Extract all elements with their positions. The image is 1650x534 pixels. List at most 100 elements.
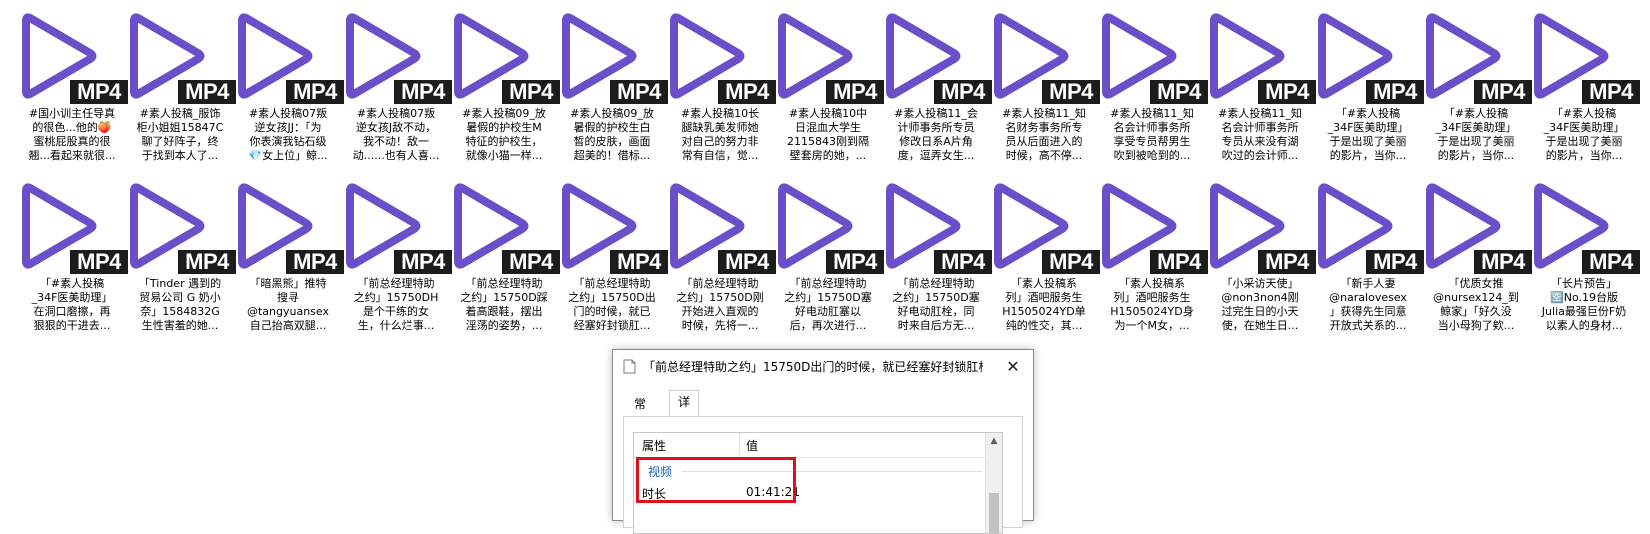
tab-details[interactable]: 详细信息	[669, 390, 700, 475]
column-separator[interactable]	[739, 433, 740, 457]
file-name-label: #素人投稿10长 腿缺乳美发师她 对自己的努力非 常有自信，觉...	[680, 107, 760, 162]
file-name-label: 「小采访天使」 @non3non4刚 过完生日的小天 使，在她生日...	[1221, 277, 1299, 332]
mp4-badge: MP4	[1042, 80, 1100, 104]
red-highlight-box	[636, 457, 796, 503]
file-name-label: 「Tinder 遇到的 贸易公司 G 奶小 奈」1584832G 生性害羞的她.…	[138, 277, 222, 332]
mp4-badge: MP4	[718, 250, 776, 274]
file-item[interactable]: MP4 「#素人投稿 _34F医美助理」 于是出现了美丽 的影片，当你...	[1314, 8, 1424, 173]
mp4-badge: MP4	[178, 80, 236, 104]
vertical-scrollbar[interactable]: ▲	[985, 433, 1002, 533]
file-item[interactable]: MP4 「前总经理特助 之约」15750D刚 开始进入直观的 时候，先将一...	[666, 178, 776, 343]
video-file-icon: MP4	[1100, 10, 1208, 104]
mp4-badge: MP4	[826, 80, 884, 104]
file-item[interactable]: MP4 「#素人投稿 _34F医美助理」 于是出现了美丽 的影片，当你...	[1530, 8, 1640, 173]
property-list[interactable]: 属性 值 视频 时长 01:41:21 ▲	[633, 432, 1003, 534]
file-item[interactable]: MP4 #素人投稿11_知 名会计师事务所 专员从来没有湖 吹过的会计师...	[1206, 8, 1316, 173]
file-name-label: 「前总经理特助 之约」15750D塞 好电动肛塞以 后，再次进行...	[784, 277, 872, 332]
mp4-badge: MP4	[934, 250, 992, 274]
mp4-badge: MP4	[70, 250, 128, 274]
property-list-header: 属性 值	[634, 433, 986, 458]
mp4-badge: MP4	[1258, 80, 1316, 104]
video-file-icon: MP4	[992, 180, 1100, 274]
mp4-badge: MP4	[1150, 80, 1208, 104]
column-header-value[interactable]: 值	[746, 437, 758, 454]
properties-dialog: 「前总经理特助之约」15750D出门的时候，就已经塞好封锁肛栓... ✕ 常规 …	[612, 349, 1034, 534]
video-file-icon: MP4	[128, 10, 236, 104]
video-file-icon: MP4	[236, 10, 344, 104]
file-item[interactable]: MP4 #素人投稿07叛 逆女孩J敌不动， 我不动！敌一 动......也有人喜.…	[342, 8, 452, 173]
file-name-label: #素人投稿11_知 名会计师事务所 专员从来没有湖 吹过的会计师...	[1218, 107, 1302, 162]
file-item[interactable]: MP4 #素人投稿11_会 计师事务所专员 修改日系A片角 度，逗弄女生...	[882, 8, 992, 173]
mp4-badge: MP4	[1042, 250, 1100, 274]
video-file-icon: MP4	[776, 10, 884, 104]
file-item[interactable]: MP4 「#素人投稿 _34F医美助理」 于是出现了美丽 的影片，当你...	[1422, 8, 1532, 173]
file-grid-row-1: MP4 #国小训主任导真 的很色...他的🍑 蜜桃屁股真的很 翘...看起来就很.…	[18, 8, 1640, 173]
file-item[interactable]: MP4 #素人投稿07叛 逆女孩JJ：「为 你表演我钻石级 💎女上位」鲸...	[234, 8, 344, 173]
mp4-badge: MP4	[1474, 250, 1532, 274]
close-icon: ✕	[1006, 357, 1020, 376]
file-item[interactable]: MP4 #素人投稿09_放 暑假的护校生M 特征的护校生， 就像小猫一样...	[450, 8, 560, 173]
mp4-badge: MP4	[610, 250, 668, 274]
file-item[interactable]: MP4 #素人投稿11_知 名会计师事务所 享受专员帮男生 吹到被呛到的...	[1098, 8, 1208, 173]
video-file-icon: MP4	[884, 180, 992, 274]
file-item[interactable]: MP4 「前总经理特助 之约」15750D塞 好电动肛塞以 后，再次进行...	[774, 178, 884, 343]
file-item[interactable]: MP4 「暗黑熊」推特 搜寻 @tangyuansex 自己抬高双腿...	[234, 178, 344, 343]
mp4-badge: MP4	[934, 80, 992, 104]
file-item[interactable]: MP4 「素人投稿系 列」酒吧服务生 H1505024YD单 纯的性交，其...	[990, 178, 1100, 343]
mp4-badge: MP4	[286, 80, 344, 104]
file-name-label: 「前总经理特助 之约」15750D出 门的时候，就已 经塞好封锁肛...	[568, 277, 656, 332]
video-file-icon: MP4	[344, 180, 452, 274]
file-item[interactable]: MP4 「Tinder 遇到的 贸易公司 G 奶小 奈」1584832G 生性害羞…	[126, 178, 236, 343]
column-header-property[interactable]: 属性	[642, 437, 666, 454]
video-file-icon: MP4	[1208, 180, 1316, 274]
file-name-label: #国小训主任导真 的很色...他的🍑 蜜桃屁股真的很 翘...看起来就很...	[28, 107, 116, 162]
file-item[interactable]: MP4 「前总经理特助 之约」15750D出 门的时候，就已 经塞好封锁肛...	[558, 178, 668, 343]
file-item[interactable]: MP4 #素人投稿10长 腿缺乳美发师她 对自己的努力非 常有自信，觉...	[666, 8, 776, 173]
file-name-label: #素人投稿11_知 名会计师事务所 享受专员帮男生 吹到被呛到的...	[1110, 107, 1194, 162]
video-file-icon: MP4	[1424, 10, 1532, 104]
file-item[interactable]: MP4 「前总经理特助 之约」15750D踩 着高跟鞋，摆出 淫荡的姿势，...	[450, 178, 560, 343]
video-file-icon: MP4	[344, 10, 452, 104]
mp4-badge: MP4	[1582, 250, 1640, 274]
video-file-icon: MP4	[776, 180, 884, 274]
file-name-label: 「新手人妻 @naralovesex 」获得先生同意 开放式关系的...	[1329, 277, 1407, 332]
file-name-label: 「素人投稿系 列」酒吧服务生 H1505024YD单 纯的性交，其...	[1002, 277, 1086, 332]
file-item[interactable]: MP4 #素人投稿_服饰 柜小姐姐15847C 聊了好阵子，终 于找到本人了...	[126, 8, 236, 173]
dialog-title: 「前总经理特助之约」15750D出门的时候，就已经塞好封锁肛栓...	[643, 360, 983, 374]
file-item[interactable]: MP4 「素人投稿系 列」酒吧服务生 H1505024YD身 为一个M女，...	[1098, 178, 1208, 343]
file-item[interactable]: MP4 #素人投稿11_知 名财务事务所专 员从后面进入的 时候，高不停...	[990, 8, 1100, 173]
mp4-badge: MP4	[1366, 250, 1424, 274]
file-item[interactable]: MP4 「新手人妻 @naralovesex 」获得先生同意 开放式关系的...	[1314, 178, 1424, 343]
file-item[interactable]: MP4 「小采访天使」 @non3non4刚 过完生日的小天 使，在她生日...	[1206, 178, 1316, 343]
file-item[interactable]: MP4 #国小训主任导真 的很色...他的🍑 蜜桃屁股真的很 翘...看起来就很.…	[18, 8, 128, 173]
video-file-icon: MP4	[884, 10, 992, 104]
mp4-badge: MP4	[502, 250, 560, 274]
file-name-label: 「前总经理特助 之约」15750D踩 着高跟鞋，摆出 淫荡的姿势，...	[460, 277, 548, 332]
close-button[interactable]: ✕	[1001, 355, 1025, 379]
dialog-titlebar[interactable]: 「前总经理特助之约」15750D出门的时候，就已经塞好封锁肛栓... ✕	[613, 350, 1033, 384]
tab-general[interactable]: 常规	[625, 392, 655, 433]
scroll-up-arrow-icon[interactable]: ▲	[986, 433, 1002, 449]
video-file-icon: MP4	[20, 180, 128, 274]
file-name-label: 「长片预告」 🈳No.19台版 Julia最强巨份F奶 以素人的身材...	[1541, 277, 1627, 332]
file-name-label: #素人投稿09_放 暑假的护校生M 特征的护校生， 就像小猫一样...	[462, 107, 546, 162]
file-name-label: 「#素人投稿 _34F医美助理」 于是出现了美丽 的影片，当你...	[1327, 107, 1409, 162]
file-name-label: 「前总经理特助 之约」15750DH 是个干练的女 生，什么烂事...	[353, 277, 439, 332]
file-item[interactable]: MP4 「#素人投稿 _34F医美助理」 在洞口磨擦，再 狠狠的干进去...	[18, 178, 128, 343]
mp4-badge: MP4	[394, 250, 452, 274]
file-item[interactable]: MP4 #素人投稿10中 日混血大学生 2115843刚到隔 壁套房的她，...	[774, 8, 884, 173]
scroll-thumb[interactable]	[989, 493, 999, 533]
file-item[interactable]: MP4 「前总经理特助 之约」15750DH 是个干练的女 生，什么烂事...	[342, 178, 452, 343]
file-item[interactable]: MP4 「前总经理特助 之约」15750D塞 好电动肛栓，同 时来自后方无...	[882, 178, 992, 343]
file-item[interactable]: MP4 「优质女推 @nursex124_到 鲸家」「好久没 当小母狗了欸...	[1422, 178, 1532, 343]
video-file-icon: MP4	[1316, 10, 1424, 104]
video-file-icon: MP4	[668, 10, 776, 104]
file-item[interactable]: MP4 「长片预告」 🈳No.19台版 Julia最强巨份F奶 以素人的身材...	[1530, 178, 1640, 343]
file-name-label: #素人投稿10中 日混血大学生 2115843刚到隔 壁套房的她，...	[787, 107, 869, 162]
video-file-icon: MP4	[236, 180, 344, 274]
file-item[interactable]: MP4 #素人投稿09_放 暑假的护校生白 皙的皮肤，画面 超美的！借标...	[558, 8, 668, 173]
mp4-badge: MP4	[1366, 80, 1424, 104]
mp4-badge: MP4	[610, 80, 668, 104]
video-file-icon: MP4	[1532, 10, 1640, 104]
file-name-label: 「#素人投稿 _34F医美助理」 于是出现了美丽 的影片，当你...	[1543, 107, 1625, 162]
